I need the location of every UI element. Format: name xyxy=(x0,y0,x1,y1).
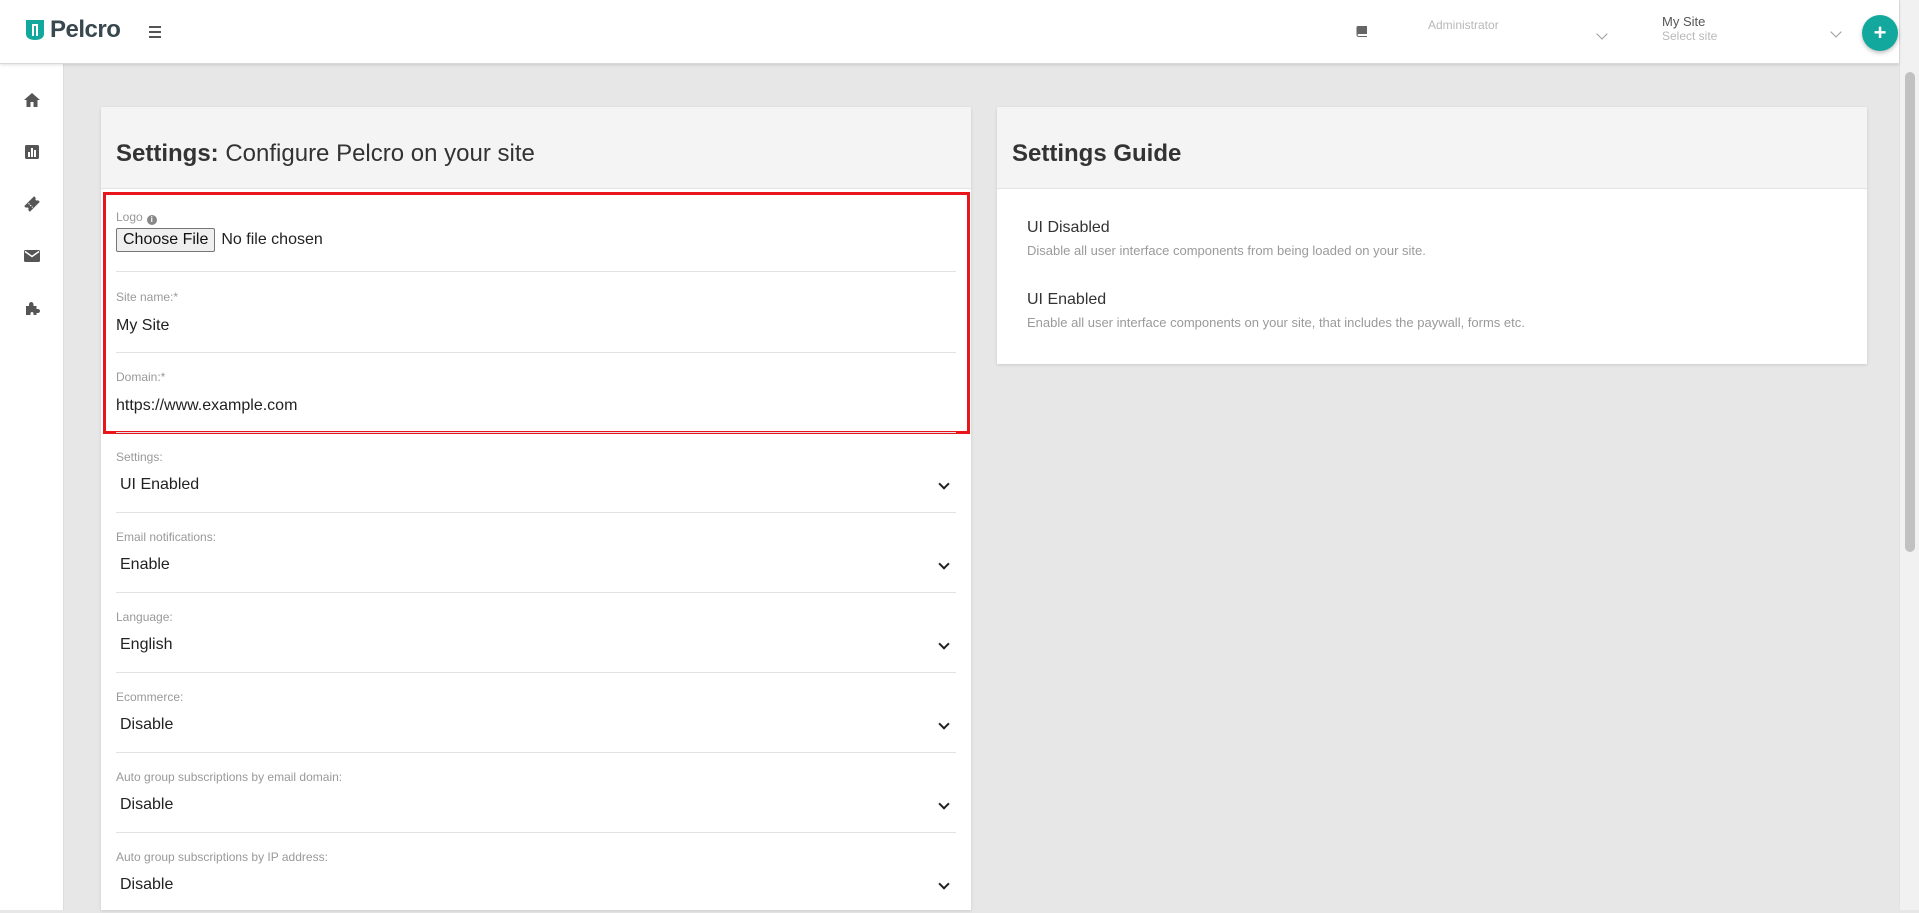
chevron-down-icon xyxy=(938,718,950,730)
brand-logo[interactable]: Pelcro xyxy=(24,16,121,44)
email-notifications-value: Enable xyxy=(120,556,170,573)
settings-card: Settings: Configure Pelcro on your site … xyxy=(101,107,971,913)
chevron-down-icon xyxy=(938,478,950,490)
page-title: Settings: Configure Pelcro on your site xyxy=(116,140,535,167)
chevron-down-icon xyxy=(1830,26,1842,38)
language-select[interactable]: Language: English xyxy=(116,610,956,673)
role-select[interactable]: Administrator xyxy=(1428,14,1608,54)
chevron-down-icon xyxy=(938,798,950,810)
menu-toggle-icon[interactable] xyxy=(146,20,166,44)
guide-item: UI Enabled Enable all user interface com… xyxy=(1027,291,1525,330)
chevron-down-icon xyxy=(938,878,950,890)
chevron-down-icon xyxy=(938,558,950,570)
settings-select-value: UI Enabled xyxy=(120,476,200,493)
settings-guide-title: Settings Guide xyxy=(1012,140,1182,167)
settings-select[interactable]: Settings: UI Enabled xyxy=(116,450,956,513)
settings-guide-card: Settings Guide UI Disabled Disable all u… xyxy=(997,107,1867,364)
site-select-value: My Site xyxy=(1662,14,1706,29)
sidebar-item-integrations[interactable] xyxy=(0,288,64,328)
guide-item: UI Disabled Disable all user interface c… xyxy=(1027,219,1426,258)
auto-group-ip-value: Disable xyxy=(120,876,174,893)
ecommerce-label: Ecommerce: xyxy=(116,690,184,704)
book-icon[interactable] xyxy=(1355,24,1369,38)
auto-group-email-select[interactable]: Auto group subscriptions by email domain… xyxy=(116,770,956,833)
domain-input[interactable] xyxy=(116,397,946,415)
email-notifications-label: Email notifications: xyxy=(116,530,217,544)
chevron-down-icon xyxy=(1596,28,1608,40)
logo-field: Logo i Choose File No file chosen xyxy=(116,210,956,272)
home-icon xyxy=(24,93,40,107)
site-select[interactable]: My Site Select site xyxy=(1662,12,1842,52)
choose-file-button[interactable]: Choose File xyxy=(116,228,216,252)
settings-label: Settings: xyxy=(116,450,163,464)
site-name-input[interactable] xyxy=(116,317,946,335)
sidebar-item-home[interactable] xyxy=(0,80,64,120)
settings-guide-header: Settings Guide xyxy=(997,107,1867,189)
role-select-value: Administrator xyxy=(1428,18,1499,32)
top-bar: Pelcro Administrator My Site Select site… xyxy=(0,0,1899,64)
site-name-label: Site name:* xyxy=(116,290,179,304)
ecommerce-value: Disable xyxy=(120,716,174,733)
logo-label: Logo i xyxy=(116,210,157,225)
scrollbar-thumb[interactable] xyxy=(1905,72,1915,552)
guide-item-desc: Disable all user interface components fr… xyxy=(1027,243,1426,258)
ticket-icon xyxy=(24,196,40,212)
language-value: English xyxy=(120,636,173,653)
auto-group-email-value: Disable xyxy=(120,796,174,813)
guide-item-title: UI Disabled xyxy=(1027,219,1110,236)
puzzle-icon xyxy=(26,302,40,315)
sidebar-item-subscriptions[interactable] xyxy=(0,184,64,224)
envelope-icon xyxy=(24,250,40,262)
ecommerce-select[interactable]: Ecommerce: Disable xyxy=(116,690,956,753)
auto-group-email-label: Auto group subscriptions by email domain… xyxy=(116,770,343,784)
brand-name: Pelcro xyxy=(50,16,121,43)
auto-group-ip-select[interactable]: Auto group subscriptions by IP address: … xyxy=(116,850,956,913)
language-label: Language: xyxy=(116,610,173,624)
guide-item-desc: Enable all user interface components on … xyxy=(1027,315,1525,330)
pelcro-logo-icon xyxy=(24,18,46,42)
settings-card-header: Settings: Configure Pelcro on your site xyxy=(101,107,971,189)
bar-chart-icon xyxy=(25,145,39,159)
email-notifications-select[interactable]: Email notifications: Enable xyxy=(116,530,956,593)
chevron-down-icon xyxy=(938,638,950,650)
sidebar-item-email[interactable] xyxy=(0,236,64,276)
guide-item-title: UI Enabled xyxy=(1027,291,1107,308)
page-scrollbar[interactable] xyxy=(1899,0,1919,910)
domain-label: Domain:* xyxy=(116,370,166,384)
domain-field: Domain:* xyxy=(116,370,956,433)
auto-group-ip-label: Auto group subscriptions by IP address: xyxy=(116,850,328,864)
site-select-placeholder: Select site xyxy=(1662,29,1718,43)
add-button[interactable]: + xyxy=(1862,15,1898,51)
info-icon[interactable]: i xyxy=(146,215,157,225)
sidebar xyxy=(0,64,64,910)
sidebar-item-analytics[interactable] xyxy=(0,132,64,172)
site-name-field: Site name:* xyxy=(116,290,956,353)
file-status: No file chosen xyxy=(221,231,323,248)
